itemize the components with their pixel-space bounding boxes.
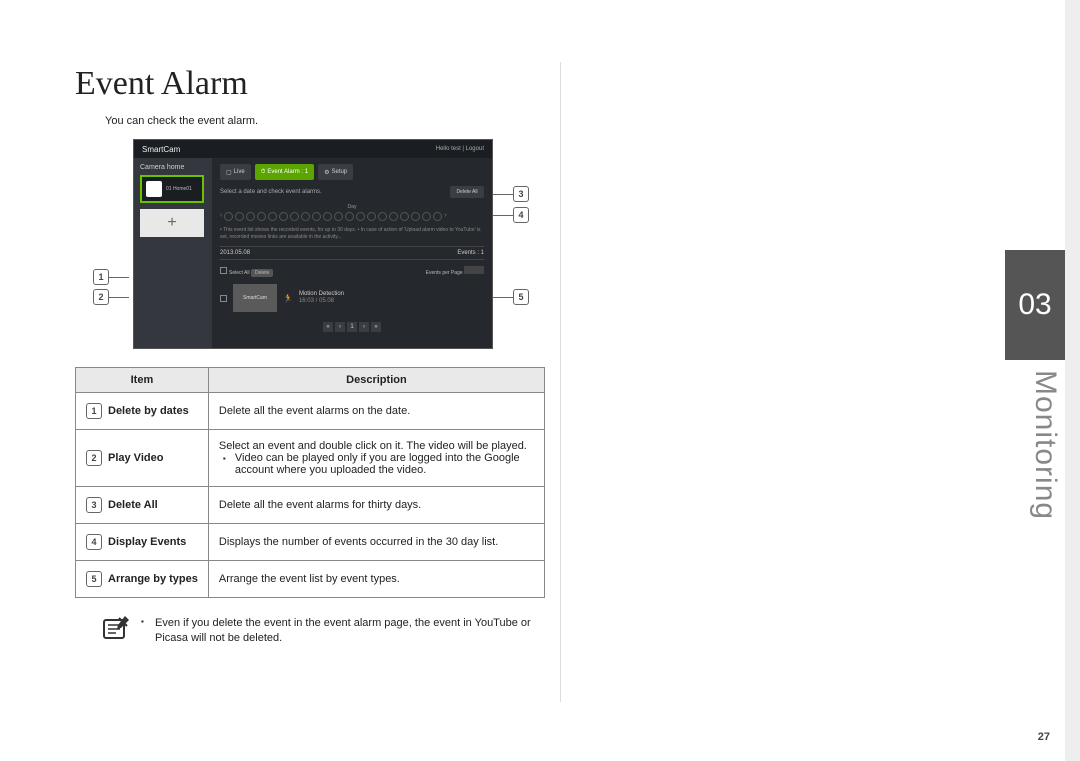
- app-screenshot: SmartCam Hello test | Logout Camera home…: [133, 139, 493, 349]
- event-card: SmartCam 🏃 Motion Detection 16:03 / 05.0…: [220, 284, 484, 312]
- tab-setup: ⚙Setup: [318, 164, 353, 180]
- table-row: 5Arrange by types Arrange the event list…: [76, 561, 545, 598]
- note-text: Even if you delete the event in the even…: [141, 616, 545, 646]
- main-panel: ▢Live ⏱Event Alarm : 1 ⚙Setup Select a d…: [212, 158, 492, 348]
- table-row: 4Display Events Displays the number of e…: [76, 524, 545, 561]
- callout-2: 2: [93, 289, 129, 305]
- event-thumbnail: SmartCam: [233, 284, 277, 312]
- column-divider: [560, 62, 561, 702]
- note-block: Even if you delete the event in the even…: [101, 616, 545, 647]
- app-titlebar: SmartCam Hello test | Logout: [134, 140, 492, 158]
- select-all-label: Select All: [229, 270, 250, 276]
- callout-number: 2: [93, 289, 109, 305]
- app-header-links: Hello test | Logout: [436, 146, 484, 152]
- motion-icon: 🏃: [283, 294, 293, 303]
- camera-thumb: 01 Home01: [140, 175, 204, 203]
- intro-text: You can check the event alarm.: [105, 115, 545, 127]
- callout-number: 3: [513, 186, 529, 202]
- callout-number: 1: [93, 269, 109, 285]
- pagination: «‹1›»: [220, 322, 484, 332]
- callout-3: 3: [493, 186, 529, 202]
- tab-event-alarm: ⏱Event Alarm : 1: [255, 164, 314, 180]
- delete-button: Delete: [251, 269, 273, 277]
- callout-number: 4: [513, 207, 529, 223]
- right-edge-bar: [1065, 0, 1080, 761]
- page-title: Event Alarm: [75, 65, 545, 103]
- section-label: Monitoring: [1028, 370, 1062, 520]
- callout-4: 4: [493, 207, 529, 223]
- date-label: 2013.05.08: [220, 250, 250, 256]
- callout-1: 1: [93, 269, 129, 285]
- table-row: 1Delete by dates Delete all the event al…: [76, 393, 545, 430]
- left-column: Event Alarm You can check the event alar…: [75, 65, 545, 647]
- sidebar-title: Camera home: [140, 164, 206, 171]
- page-number: 27: [1038, 731, 1050, 743]
- events-count: Events : 1: [457, 250, 484, 256]
- section-number-tab: 03: [1005, 250, 1065, 360]
- event-title: Motion Detection: [299, 291, 344, 298]
- sidebar: Camera home 01 Home01 +: [134, 158, 212, 348]
- items-table: Item Description 1Delete by dates Delete…: [75, 367, 545, 598]
- panel-notes: • This event list shows the recorded eve…: [220, 227, 484, 240]
- day-label: Day: [220, 204, 484, 210]
- day-circle-row: ‹ ›: [220, 212, 484, 221]
- table-row: 2Play Video Select an event and double c…: [76, 430, 545, 487]
- callout-5: 5: [493, 289, 529, 305]
- screenshot-with-callouts: 1 2 3 4 5 SmartCam: [93, 139, 545, 349]
- delete-all-button: Delete All: [450, 186, 484, 198]
- callout-number: 5: [513, 289, 529, 305]
- table-row: 3Delete All Delete all the event alarms …: [76, 487, 545, 524]
- tab-live: ▢Live: [220, 164, 251, 180]
- th-description: Description: [208, 368, 544, 393]
- per-page-label: Events per Page: [426, 270, 463, 276]
- manual-page: 03 Monitoring 27 Event Alarm You can che…: [0, 0, 1080, 761]
- note-icon: [101, 616, 131, 647]
- panel-subtitle: Select a date and check event alarms.: [220, 189, 322, 195]
- th-item: Item: [76, 368, 209, 393]
- app-brand: SmartCam: [142, 145, 180, 154]
- event-time: 16:03 / 05.08: [299, 298, 344, 305]
- add-camera-tile: +: [140, 209, 204, 237]
